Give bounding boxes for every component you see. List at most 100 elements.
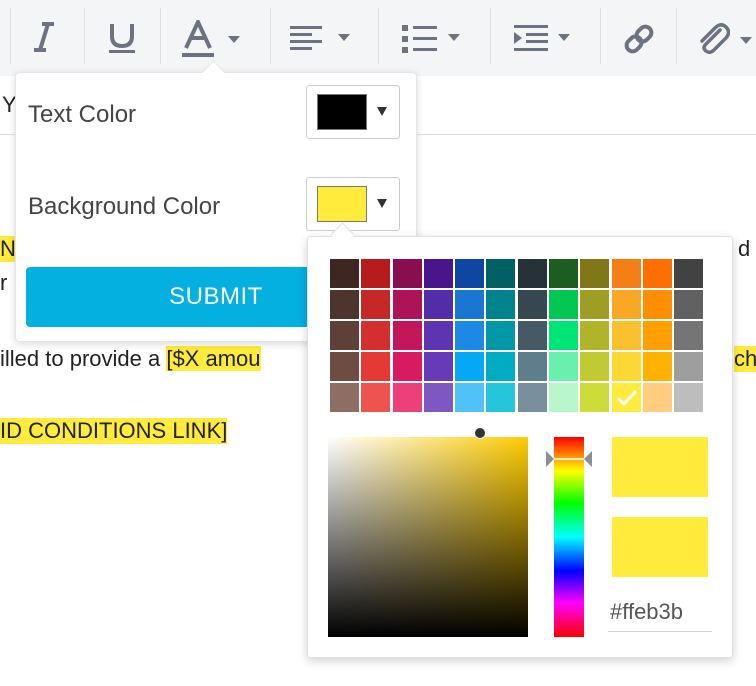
toolbar-separator	[270, 8, 271, 64]
attach-button[interactable]	[694, 0, 756, 76]
palette-swatch[interactable]	[611, 290, 641, 319]
palette-swatch[interactable]	[549, 259, 579, 288]
toolbar-separator	[10, 8, 11, 64]
palette-swatch[interactable]	[580, 321, 610, 350]
checkmark-icon	[616, 389, 637, 407]
palette-swatch[interactable]	[517, 352, 547, 381]
palette-swatch[interactable]	[423, 259, 453, 288]
editor-highlight: ch	[734, 346, 756, 372]
palette-swatch[interactable]	[642, 259, 672, 288]
palette-swatch[interactable]	[486, 352, 516, 381]
dropdown-arrow-icon	[377, 107, 387, 116]
palette-swatch[interactable]	[674, 259, 704, 288]
palette-swatch[interactable]	[580, 383, 610, 412]
palette-swatch[interactable]	[549, 352, 579, 381]
palette-swatch[interactable]	[674, 290, 704, 319]
saturation-area[interactable]	[328, 437, 528, 637]
hue-slider-handle[interactable]	[546, 451, 592, 467]
underline-icon	[109, 24, 135, 53]
underline-button[interactable]	[100, 0, 144, 76]
chevron-down-icon	[338, 34, 350, 41]
palette-swatch[interactable]	[392, 352, 422, 381]
palette-swatch[interactable]	[330, 321, 359, 350]
palette-swatch[interactable]	[361, 321, 391, 350]
font-color-icon	[182, 20, 214, 57]
saturation-cursor[interactable]	[474, 427, 486, 439]
palette-swatch[interactable]	[455, 352, 485, 381]
palette-swatch[interactable]	[611, 383, 641, 412]
text-color-label: Text Color	[28, 101, 137, 128]
palette-swatch[interactable]	[486, 290, 516, 319]
palette-swatch[interactable]	[392, 383, 422, 412]
editor-text: illed to provide a	[0, 346, 167, 371]
formatting-toolbar	[0, 0, 756, 76]
palette-swatch[interactable]	[361, 383, 391, 412]
palette-swatch[interactable]	[642, 321, 672, 350]
hue-slider[interactable]	[554, 437, 584, 637]
palette-swatch[interactable]	[330, 259, 359, 288]
editor-highlight: [$X amou	[166, 346, 261, 371]
chevron-down-icon	[740, 37, 752, 44]
palette-swatch[interactable]	[580, 352, 610, 381]
palette-swatch[interactable]	[580, 259, 610, 288]
palette-swatch[interactable]	[674, 352, 704, 381]
palette-swatch[interactable]	[549, 290, 579, 319]
palette-swatch[interactable]	[611, 321, 641, 350]
palette-swatch[interactable]	[486, 321, 516, 350]
palette-swatch[interactable]	[486, 259, 516, 288]
italic-icon	[34, 22, 54, 52]
palette-swatch[interactable]	[549, 321, 579, 350]
palette-swatch[interactable]	[486, 383, 516, 412]
palette-swatch[interactable]	[392, 321, 422, 350]
palette-swatch[interactable]	[517, 383, 547, 412]
palette-swatch[interactable]	[423, 383, 453, 412]
palette-swatch[interactable]	[517, 321, 547, 350]
bullet-list-icon	[402, 25, 437, 53]
palette-swatch[interactable]	[455, 290, 485, 319]
previous-color-preview[interactable]	[612, 517, 708, 577]
palette-swatch[interactable]	[611, 352, 641, 381]
palette-swatch[interactable]	[517, 290, 547, 319]
background-color-select[interactable]	[306, 177, 400, 231]
palette-swatch[interactable]	[674, 383, 704, 412]
indent-button[interactable]	[508, 0, 578, 76]
paperclip-icon	[700, 23, 730, 55]
palette-swatch[interactable]	[330, 383, 359, 412]
palette-swatch[interactable]	[455, 259, 485, 288]
dropdown-arrow-icon	[377, 199, 387, 208]
editor-text: d	[738, 236, 751, 261]
text-color-select[interactable]	[306, 85, 400, 139]
hex-input-value: #ffeb3b	[610, 599, 684, 624]
palette-swatch[interactable]	[549, 383, 579, 412]
palette-swatch[interactable]	[642, 352, 672, 381]
palette-swatch[interactable]	[642, 383, 672, 412]
palette-swatch[interactable]	[361, 259, 391, 288]
align-button[interactable]	[286, 0, 356, 76]
palette-swatch[interactable]	[361, 352, 391, 381]
palette-swatch[interactable]	[455, 383, 485, 412]
palette-swatch[interactable]	[423, 290, 453, 319]
palette-swatch[interactable]	[423, 352, 453, 381]
palette-swatch[interactable]	[517, 259, 547, 288]
palette-swatch[interactable]	[423, 321, 453, 350]
palette-swatch[interactable]	[361, 290, 391, 319]
palette-swatch[interactable]	[330, 290, 359, 319]
palette-swatch[interactable]	[674, 321, 704, 350]
italic-button[interactable]	[24, 0, 64, 76]
palette-swatch[interactable]	[611, 259, 641, 288]
link-button[interactable]	[616, 0, 662, 76]
toolbar-separator	[160, 8, 161, 64]
hex-input[interactable]: #ffeb3b	[608, 593, 712, 632]
toolbar-separator	[676, 8, 677, 64]
palette-swatch[interactable]	[580, 290, 610, 319]
palette-swatch[interactable]	[392, 259, 422, 288]
palette-swatch[interactable]	[455, 321, 485, 350]
color-picker: #ffeb3b	[307, 236, 733, 658]
palette-swatch[interactable]	[330, 352, 359, 381]
background-color-swatch	[317, 186, 367, 222]
current-color-preview	[612, 437, 708, 497]
list-button[interactable]	[398, 0, 468, 76]
palette-swatch[interactable]	[392, 290, 422, 319]
editor-highlight: N	[0, 236, 16, 262]
palette-swatch[interactable]	[642, 290, 672, 319]
